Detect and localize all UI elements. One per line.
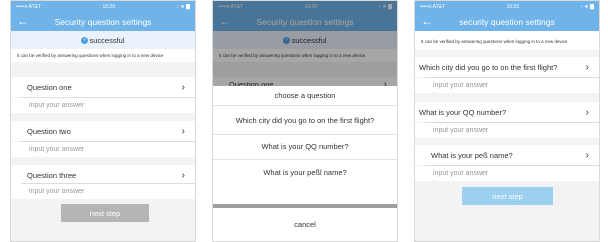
- chevron-right-icon: ›: [585, 106, 589, 118]
- nav-bar: ← security question settings: [415, 12, 599, 31]
- phone-screen-3: •••••o AT&T 10:20 ↑ ★ ▇ ← security quest…: [414, 0, 600, 242]
- chevron-right-icon: ›: [181, 125, 185, 137]
- battery-icon: ↑ ★ ▇: [176, 3, 190, 10]
- question-three-select[interactable]: Question three ›: [11, 165, 195, 185]
- back-arrow-icon[interactable]: ←: [17, 14, 29, 28]
- answer-three-input[interactable]: input your answer: [11, 184, 195, 199]
- question-two-select[interactable]: Question two ›: [11, 121, 195, 141]
- clock: 10:20: [506, 3, 519, 10]
- question-one-select[interactable]: Question one ›: [11, 77, 195, 97]
- success-text: successful: [89, 35, 125, 45]
- option-qq-number[interactable]: What is your QQ number?: [213, 137, 397, 155]
- next-step-button[interactable]: next step: [462, 187, 553, 205]
- divider: [213, 105, 397, 106]
- chevron-right-icon: ›: [585, 149, 589, 161]
- status-bar: •••••o AT&T 10:20 ↑ ★ ▇: [415, 1, 599, 12]
- divider: [213, 134, 397, 135]
- page-title: Security question settings: [54, 16, 152, 27]
- chevron-right-icon: ›: [181, 169, 185, 181]
- question-one-label: Which city did you go to on the first fl…: [419, 62, 558, 72]
- battery-icon: ↑ ★ ▇: [580, 3, 594, 10]
- hint-text: It can be verified by answering question…: [11, 49, 195, 62]
- divider: [213, 159, 397, 160]
- carrier: •••••o AT&T: [16, 3, 42, 10]
- next-step-button[interactable]: next step: [61, 204, 149, 222]
- phone-screen-1: •••••o AT&T 10:20 ↑ ★ ▇ ← Security quest…: [10, 0, 196, 242]
- cancel-button[interactable]: cancel: [213, 208, 397, 241]
- chevron-right-icon: ›: [585, 61, 589, 73]
- hint-text: It can be verified by answering question…: [415, 31, 599, 50]
- option-first-flight-city[interactable]: Which city did you go to on the first fl…: [213, 111, 397, 129]
- status-bar: •••••o AT&T 10:20 ↑ ★ ▇: [11, 1, 195, 12]
- carrier: •••••o AT&T: [420, 3, 446, 10]
- question-three-label: Question three: [27, 170, 77, 180]
- question-two-label: What is your QQ number?: [419, 107, 507, 117]
- question-one-label: Question one: [27, 82, 72, 92]
- question-two-label: Question two: [27, 126, 71, 136]
- back-arrow-icon[interactable]: ←: [421, 14, 433, 28]
- answer-one-input[interactable]: input your answer: [415, 78, 599, 93]
- chevron-right-icon: ›: [181, 81, 185, 93]
- phone-screen-2: •••••o AT&T 10:20 ↑ ★ ▇ ← Security quest…: [212, 0, 398, 242]
- answer-one-input[interactable]: input your answer: [11, 98, 195, 113]
- option-pet-name[interactable]: What is your peßl name?: [213, 163, 397, 181]
- answer-two-input[interactable]: input your answer: [415, 123, 599, 138]
- success-banner: ✓ successful: [11, 31, 195, 49]
- answer-three-input[interactable]: input your answer: [415, 166, 599, 181]
- check-icon: ✓: [81, 36, 89, 44]
- question-three-select[interactable]: What is your peß name? ›: [415, 145, 599, 165]
- question-three-label: What is your peß name?: [431, 150, 513, 160]
- sheet-title: choose a question: [274, 90, 336, 100]
- question-picker-sheet: choose a question Which city did you go …: [213, 86, 397, 204]
- clock: 10:20: [102, 3, 115, 10]
- nav-bar: ← Security question settings: [11, 12, 195, 31]
- page-title: security question settings: [459, 16, 555, 27]
- question-two-select[interactable]: What is your QQ number? ›: [415, 102, 599, 122]
- answer-two-input[interactable]: input your answer: [11, 142, 195, 157]
- question-one-select[interactable]: Which city did you go to on the first fl…: [415, 57, 599, 77]
